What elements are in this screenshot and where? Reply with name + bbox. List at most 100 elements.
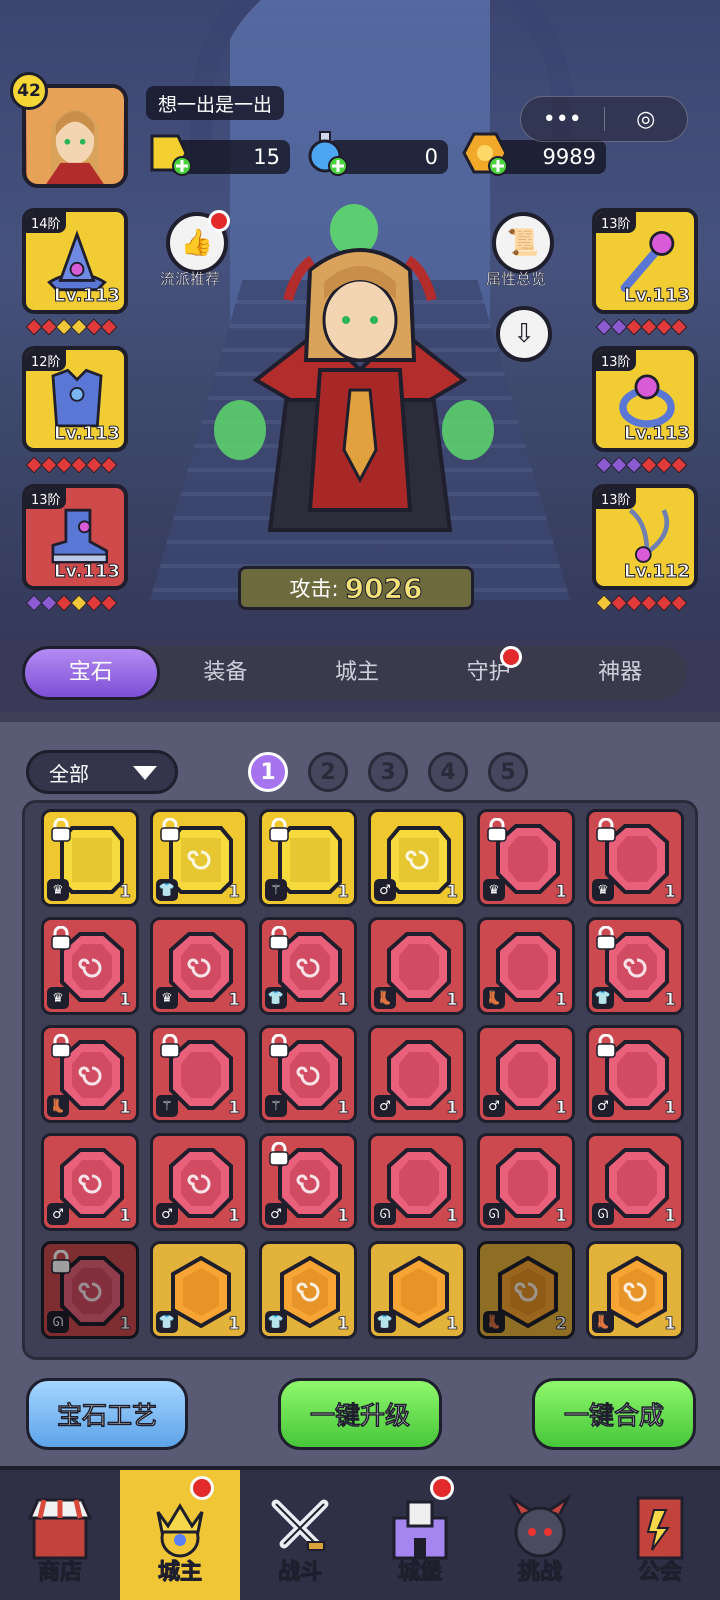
gem-slot[interactable]: ♂ 1	[368, 809, 466, 907]
gem-slot[interactable]: ⚚ 1	[259, 1025, 357, 1123]
one-click-upgrade-button[interactable]: 一键升级	[278, 1378, 442, 1450]
equip-slot-staff[interactable]: 13阶 Lv.113	[592, 208, 698, 314]
gem-slot[interactable]: ♂ 1	[368, 1025, 466, 1123]
page-button-3[interactable]: 3	[368, 752, 408, 792]
gem-slot[interactable]: ⚚ 1	[150, 1025, 248, 1123]
nav-item-3[interactable]: 城堡	[360, 1470, 480, 1600]
gem-count: 1	[446, 1098, 459, 1119]
coin-add-icon[interactable]	[460, 128, 510, 178]
tab-gems[interactable]: 宝石	[22, 646, 160, 700]
gem-slot[interactable]: ♂ 1	[477, 1025, 575, 1123]
gem-count: 1	[228, 1314, 241, 1335]
gem-count: 1	[337, 882, 350, 903]
gem-slot[interactable]: 👢 1	[586, 1241, 684, 1339]
gem-slot[interactable]: ♂ 1	[41, 1133, 139, 1231]
gem-slot[interactable]: ⚚ 1	[259, 809, 357, 907]
gem-slot[interactable]: 👢 2	[477, 1241, 575, 1339]
slot-type-icon: ᘏ	[483, 1203, 505, 1225]
gem-slot[interactable]: 👢 1	[368, 917, 466, 1015]
slot-type-icon: ♂	[374, 1095, 396, 1117]
equip-quality-dots	[595, 456, 694, 474]
page-button-2[interactable]: 2	[308, 752, 348, 792]
gem-count: 1	[446, 1206, 459, 1227]
gem-slot[interactable]: ᘏ1	[477, 1133, 575, 1231]
equip-slot-necklace[interactable]: 13阶 Lv.112	[592, 484, 698, 590]
tab-artifact[interactable]: 神器	[554, 646, 686, 700]
nav-item-1[interactable]: 城主	[120, 1470, 240, 1600]
gem-slot[interactable]: ᘏ1	[586, 1133, 684, 1231]
equip-quality-dots	[595, 318, 694, 336]
gem-slot[interactable]: 👕 1	[259, 1241, 357, 1339]
slot-type-icon: 👕	[156, 879, 178, 901]
bottom-nav: 商店 城主 战斗 城堡 挑战 公会	[0, 1466, 720, 1600]
tab-lord[interactable]: 城主	[291, 646, 423, 700]
page-button-1[interactable]: 1	[248, 752, 288, 792]
gem-count: 2	[555, 1314, 568, 1335]
equip-quality-dots	[595, 594, 694, 612]
tab-equipment[interactable]: 装备	[160, 646, 292, 700]
gem-filter-dropdown[interactable]: 全部	[26, 750, 178, 794]
slot-type-icon: ᘏ	[47, 1311, 69, 1333]
nav-item-2[interactable]: 战斗	[240, 1470, 360, 1600]
equip-slot-armor[interactable]: 12阶 Lv.113	[22, 346, 128, 452]
equip-slot-hat[interactable]: 14阶 Lv.113	[22, 208, 128, 314]
gem-slot[interactable]: ♂ 1	[586, 1025, 684, 1123]
equip-level: Lv.113	[623, 423, 690, 445]
potion-add-icon[interactable]	[300, 128, 350, 178]
nav-item-5[interactable]: 公会	[600, 1470, 720, 1600]
one-click-merge-button[interactable]: 一键合成	[532, 1378, 696, 1450]
equip-slot-boots[interactable]: 13阶 Lv.113	[22, 484, 128, 590]
slot-type-icon: ⚚	[156, 1095, 178, 1117]
lock-icon	[269, 818, 289, 842]
lock-icon	[160, 1034, 180, 1058]
equip-tier: 13阶	[26, 488, 66, 509]
gem-count: 1	[119, 882, 132, 903]
gem-slot[interactable]: 👢 1	[41, 1025, 139, 1123]
gem-slot[interactable]: ♛ 1	[41, 917, 139, 1015]
slot-type-icon: 👕	[265, 987, 287, 1009]
gem-count: 1	[664, 1098, 677, 1119]
gem-slot[interactable]: 👕 1	[150, 1241, 248, 1339]
gem-slot[interactable]: ♛ 1	[477, 809, 575, 907]
equip-level: Lv.112	[623, 561, 690, 583]
nav-label: 商店	[37, 1560, 82, 1586]
page-button-5[interactable]: 5	[488, 752, 528, 792]
dropdown-arrow-icon	[133, 766, 157, 780]
more-icon[interactable]: •••	[521, 97, 604, 141]
equip-level: Lv.113	[53, 285, 120, 307]
slot-type-icon: ♂	[47, 1203, 69, 1225]
gold-gem-add-icon[interactable]	[144, 128, 194, 178]
gem-count: 1	[337, 990, 350, 1011]
gem-count: 1	[119, 1206, 132, 1227]
gem-slot[interactable]: 👕 1	[368, 1241, 466, 1339]
gem-slot[interactable]: 👕 1	[586, 917, 684, 1015]
slot-type-icon: 👢	[592, 1311, 614, 1333]
gem-slot[interactable]: ♂ 1	[259, 1133, 357, 1231]
gem-slot[interactable]: ♛ 1	[41, 809, 139, 907]
tab-guard[interactable]: 守护	[423, 646, 555, 700]
equip-tier: 12阶	[26, 350, 66, 371]
gem-slot[interactable]: ♂ 1	[150, 1133, 248, 1231]
slot-type-icon: ᘏ	[374, 1203, 396, 1225]
nav-label: 城主	[157, 1560, 202, 1586]
slot-type-icon: ♂	[156, 1203, 178, 1225]
equip-level: Lv.113	[53, 561, 120, 583]
equip-slot-ring[interactable]: 13阶 Lv.113	[592, 346, 698, 452]
lock-icon	[51, 818, 71, 842]
gem-slot[interactable]: 👕 1	[259, 917, 357, 1015]
gem-slot[interactable]: ᘏ1	[368, 1133, 466, 1231]
gem-slot[interactable]: 👢 1	[477, 917, 575, 1015]
gem-craft-button[interactable]: 宝石工艺	[26, 1378, 188, 1450]
gem-count: 1	[555, 1206, 568, 1227]
lock-icon	[269, 926, 289, 950]
gem-slot[interactable]: ᘏ1	[41, 1241, 139, 1339]
mini-program-capsule: ••• ◎	[520, 96, 688, 142]
gem-slot[interactable]: ♛ 1	[586, 809, 684, 907]
page-button-4[interactable]: 4	[428, 752, 468, 792]
nav-item-0[interactable]: 商店	[0, 1470, 120, 1600]
gem-slot[interactable]: ♛ 1	[150, 917, 248, 1015]
equip-quality-dots	[25, 594, 124, 612]
nav-item-4[interactable]: 挑战	[480, 1470, 600, 1600]
gem-slot[interactable]: 👕 1	[150, 809, 248, 907]
close-target-icon[interactable]: ◎	[605, 97, 688, 141]
